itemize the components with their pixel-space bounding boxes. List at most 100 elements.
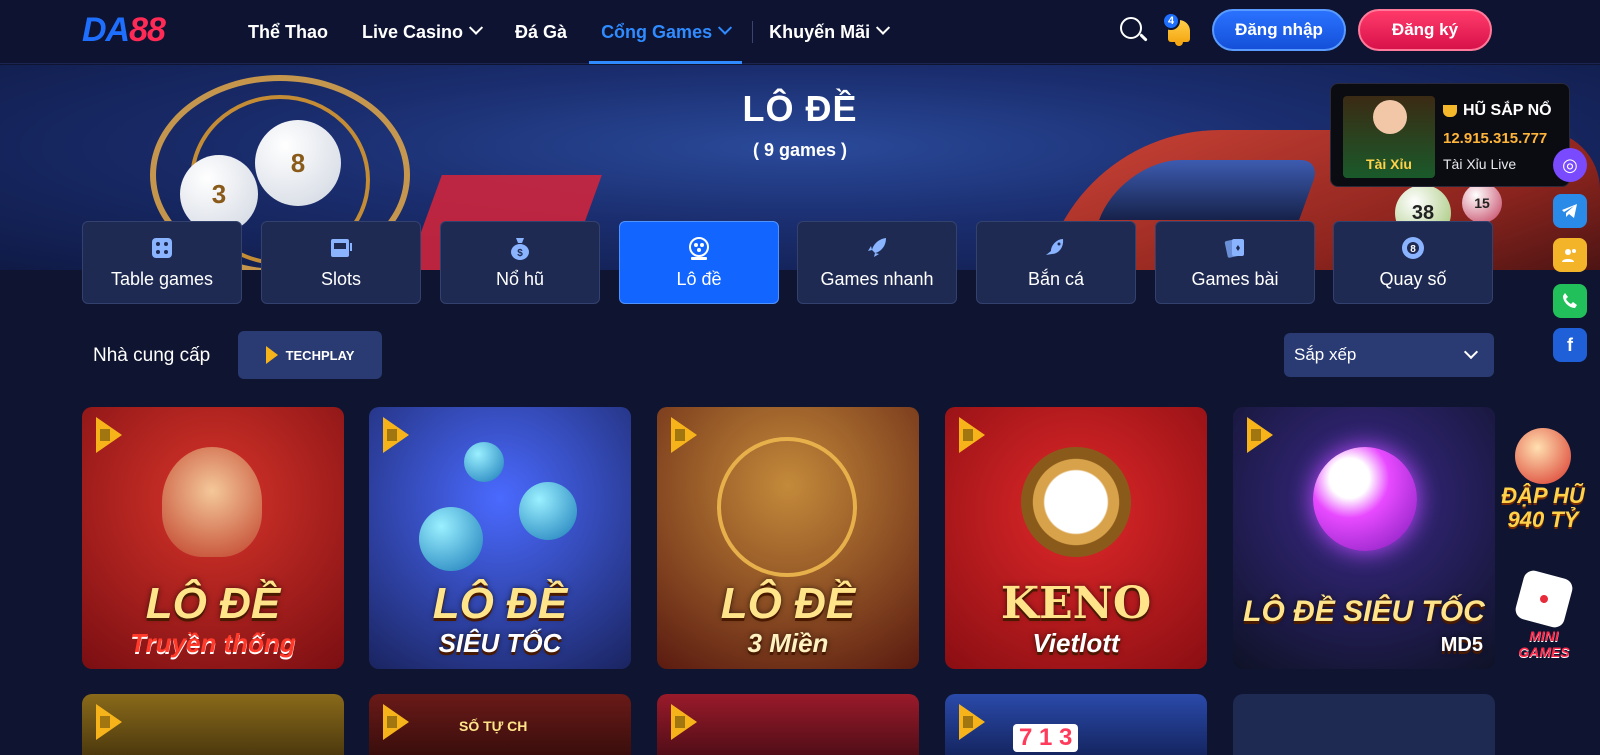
logo-88: 88 xyxy=(129,10,166,49)
nav-label: Đá Gà xyxy=(515,21,568,42)
category-slots[interactable]: Slots xyxy=(261,221,421,304)
lottery-cage-illustration xyxy=(717,437,857,577)
category-label: Games bài xyxy=(1191,269,1279,289)
lottery-ball xyxy=(1313,447,1417,551)
techplay-logo-icon xyxy=(671,417,697,453)
lottery-ball xyxy=(419,507,483,571)
login-button[interactable]: Đăng nhập xyxy=(1212,9,1346,51)
category-quay-so[interactable]: 8 Quay số xyxy=(1333,221,1493,304)
provider-name: TECHPLAY xyxy=(285,347,355,363)
techplay-logo-icon xyxy=(96,417,122,453)
nav-cong-games[interactable]: Cổng Games xyxy=(589,0,743,64)
nav-live-casino[interactable]: Live Casino xyxy=(350,0,493,64)
game-title: SỐ TỰ CH xyxy=(459,718,528,734)
techplay-logo-icon xyxy=(1247,417,1273,453)
telegram-icon[interactable] xyxy=(1553,194,1587,228)
game-card-lo-de-truyen-thong[interactable]: LÔ ĐỀ Truyền thống xyxy=(82,407,344,669)
techplay-logo-icon xyxy=(265,346,278,364)
game-card-lo-de-sieu-toc[interactable]: LÔ ĐỀ SIÊU TỐC xyxy=(369,407,631,669)
dice-icon xyxy=(149,235,175,261)
svg-text:8: 8 xyxy=(1410,244,1416,255)
game-card[interactable] xyxy=(82,694,344,755)
lottery-ball: 8 xyxy=(255,120,341,206)
chevron-down-icon xyxy=(718,20,733,35)
god-of-wealth-illustration xyxy=(1515,428,1571,484)
game-title: LÔ ĐỀ xyxy=(432,579,568,628)
nav-label: Khuyến Mãi xyxy=(769,21,871,42)
search-icon[interactable] xyxy=(1118,15,1148,45)
game-card[interactable] xyxy=(657,694,919,755)
game-card-keno-vietlott[interactable]: KENO Vietlott xyxy=(945,407,1207,669)
jackpot-promo-float[interactable]: ĐẬP HŨ 940 TỶ xyxy=(1490,428,1596,548)
nav-da-ga[interactable]: Đá Gà xyxy=(503,0,579,64)
techplay-logo-icon xyxy=(671,704,697,740)
lottery-ball xyxy=(464,442,504,482)
category-label: Quay số xyxy=(1379,269,1447,289)
jackpot-game-thumbnail: Tài Xỉu xyxy=(1343,96,1435,178)
techplay-logo-icon xyxy=(383,417,409,453)
lottery-wheel-icon xyxy=(686,235,712,261)
game-title: LÔ ĐỀ SIÊU TỐC xyxy=(1243,595,1485,628)
money-bag-icon: $ xyxy=(507,235,533,261)
category-table-games[interactable]: Table games xyxy=(82,221,242,304)
game-subtitle: MD5 xyxy=(1440,634,1483,656)
category-lo-de[interactable]: Lô đề xyxy=(619,221,779,304)
top-header: DA 88 Thể Thao Live Casino Đá Gà Cổng Gam… xyxy=(0,0,1600,64)
notification-badge: 4 xyxy=(1162,12,1180,30)
game-title: KENO xyxy=(1000,578,1152,629)
category-ban-ca[interactable]: Bắn cá xyxy=(976,221,1136,304)
techplay-logo-icon xyxy=(96,704,122,740)
fish-icon xyxy=(1043,235,1069,261)
mini-games-label: MINI GAMES xyxy=(1518,628,1570,660)
nav-khuyen-mai[interactable]: Khuyến Mãi xyxy=(757,0,900,64)
category-label: Slots xyxy=(320,269,362,289)
game-card-placeholder xyxy=(1233,694,1495,755)
facebook-icon[interactable]: f xyxy=(1553,328,1587,362)
category-label: Lô đề xyxy=(676,269,722,289)
jackpot-title-text: HŨ SẮP NỔ xyxy=(1463,102,1552,119)
ball-8-icon: 8 xyxy=(1400,235,1426,261)
game-card[interactable]: SỐ TỰ CH xyxy=(369,694,631,755)
game-title: LÔ ĐỀ xyxy=(145,579,281,628)
promo-amount: 940 TỶ xyxy=(1507,507,1579,532)
game-subtitle: SIÊU TỐC xyxy=(438,628,562,658)
chat-icon[interactable]: ◎ xyxy=(1553,148,1587,182)
jackpot-popup[interactable]: Tài Xỉu HŨ SẮP NỔ 12.915.315.777 Tài Xỉu… xyxy=(1330,83,1570,187)
game-card-lo-de-sieu-toc-md5[interactable]: LÔ ĐỀ SIÊU TỐC MD5 xyxy=(1233,407,1495,669)
game-subtitle: 3 Miền xyxy=(747,628,829,658)
nav-divider xyxy=(752,21,754,43)
contacts-icon[interactable] xyxy=(1553,238,1587,272)
category-games-bai[interactable]: Games bài xyxy=(1155,221,1315,304)
chevron-down-icon xyxy=(468,20,484,35)
category-no-hu[interactable]: $ Nổ hũ xyxy=(440,221,600,304)
chevron-down-icon xyxy=(1463,344,1479,360)
techplay-logo-icon xyxy=(383,704,409,740)
techplay-logo-icon xyxy=(959,417,985,453)
logo[interactable]: DA 88 xyxy=(82,10,166,49)
category-games-nhanh[interactable]: Games nhanh xyxy=(797,221,957,304)
category-label: Nổ hũ xyxy=(495,269,545,289)
rocket-icon xyxy=(864,235,890,261)
notification-bell-icon[interactable]: 4 xyxy=(1162,12,1196,48)
provider-label: Nhà cung cấp xyxy=(93,345,211,366)
svg-text:$: $ xyxy=(517,248,523,259)
game-card[interactable]: 7 1 3 xyxy=(945,694,1207,755)
register-button[interactable]: Đăng ký xyxy=(1358,9,1492,51)
game-title: LÔ ĐỀ xyxy=(720,579,856,628)
nav-the-thao[interactable]: Thể Thao xyxy=(236,0,340,64)
sort-dropdown[interactable]: Sắp xếp xyxy=(1284,333,1494,377)
techplay-logo-icon xyxy=(959,704,985,740)
provider-techplay-button[interactable]: TECHPLAY xyxy=(238,331,382,379)
sort-label: Sắp xếp xyxy=(1294,345,1357,364)
lottery-ball: 15 xyxy=(1462,183,1502,223)
mini-games-float[interactable]: MINI GAMES xyxy=(1504,568,1584,660)
jackpot-title: HŨ SẮP NỔ xyxy=(1443,102,1552,120)
chevron-down-icon xyxy=(876,20,891,35)
jackpot-amount: 12.915.315.777 xyxy=(1443,130,1548,147)
game-subtitle: Vietlott xyxy=(1032,628,1120,658)
character-illustration xyxy=(162,447,262,557)
phone-icon[interactable] xyxy=(1553,284,1587,318)
cards-icon xyxy=(1222,235,1248,261)
slot-machine-icon xyxy=(328,235,354,261)
game-card-lo-de-3-mien[interactable]: LÔ ĐỀ 3 Miền xyxy=(657,407,919,669)
